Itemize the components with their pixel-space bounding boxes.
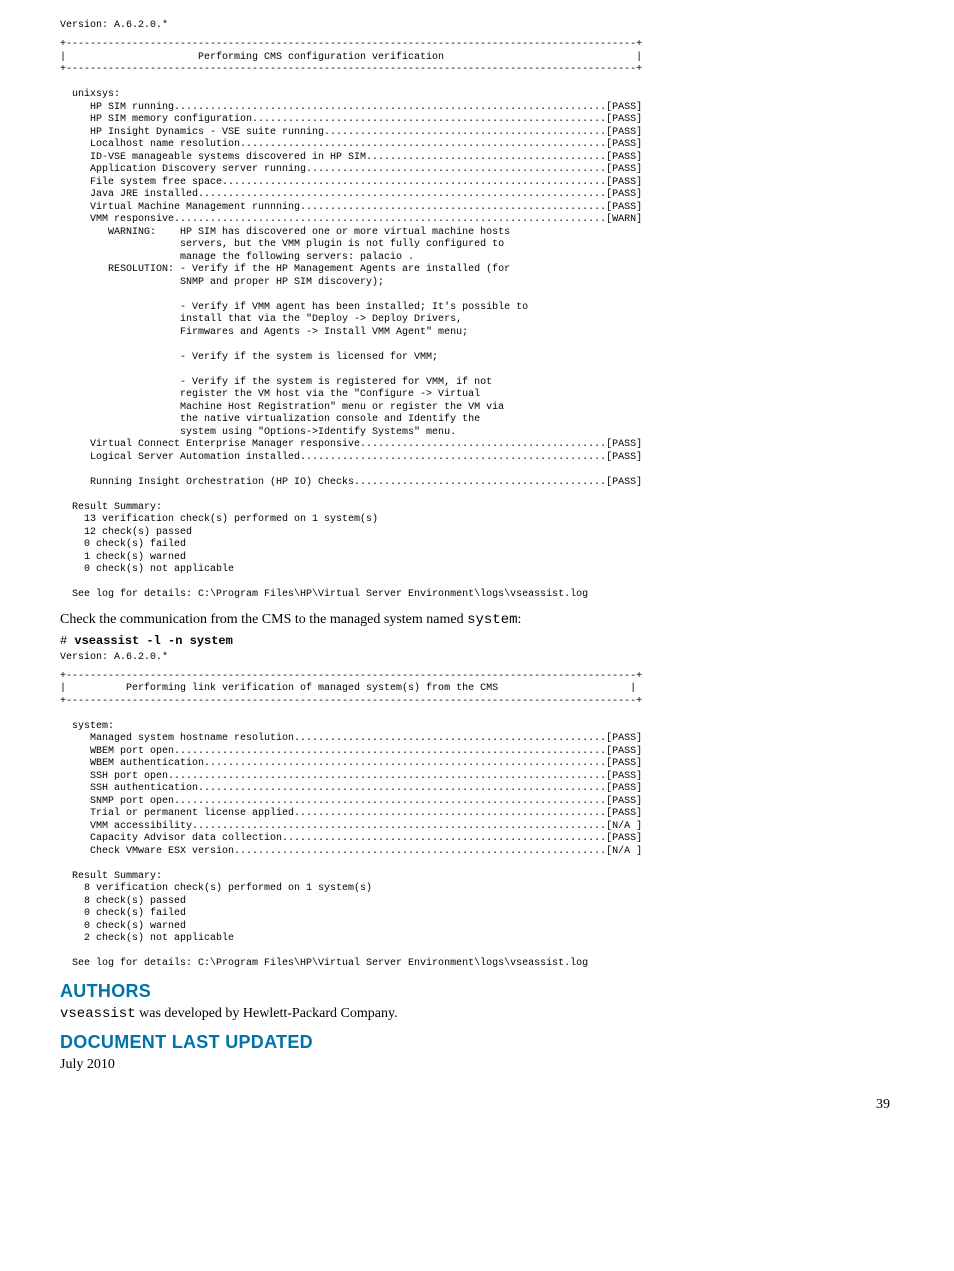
authors-text: was developed by Hewlett-Packard Company… [136,1006,398,1021]
updated-text: July 2010 [60,1057,894,1073]
authors-code: vseassist [60,1006,136,1022]
command-line: # vseassist -l -n system [60,634,894,648]
body-paragraph-1: Check the communication from the CMS to … [60,612,894,628]
updated-heading: DOCUMENT LAST UPDATED [60,1032,894,1053]
body-text-1-pre: Check the communication from the CMS to … [60,612,467,627]
terminal-output-2: +---------------------------------------… [60,671,894,971]
inline-code-system: system [467,612,517,628]
body-text-1-post: : [518,612,522,627]
command-prompt: # [60,634,74,648]
page-number: 39 [60,1097,894,1113]
version-line-2: Version: A.6.2.0.* [60,652,894,663]
version-line-1: Version: A.6.2.0.* [60,20,894,31]
terminal-output-1: +---------------------------------------… [60,39,894,602]
command-text: vseassist -l -n system [74,634,232,648]
authors-heading: AUTHORS [60,981,894,1002]
authors-paragraph: vseassist was developed by Hewlett-Packa… [60,1006,894,1022]
